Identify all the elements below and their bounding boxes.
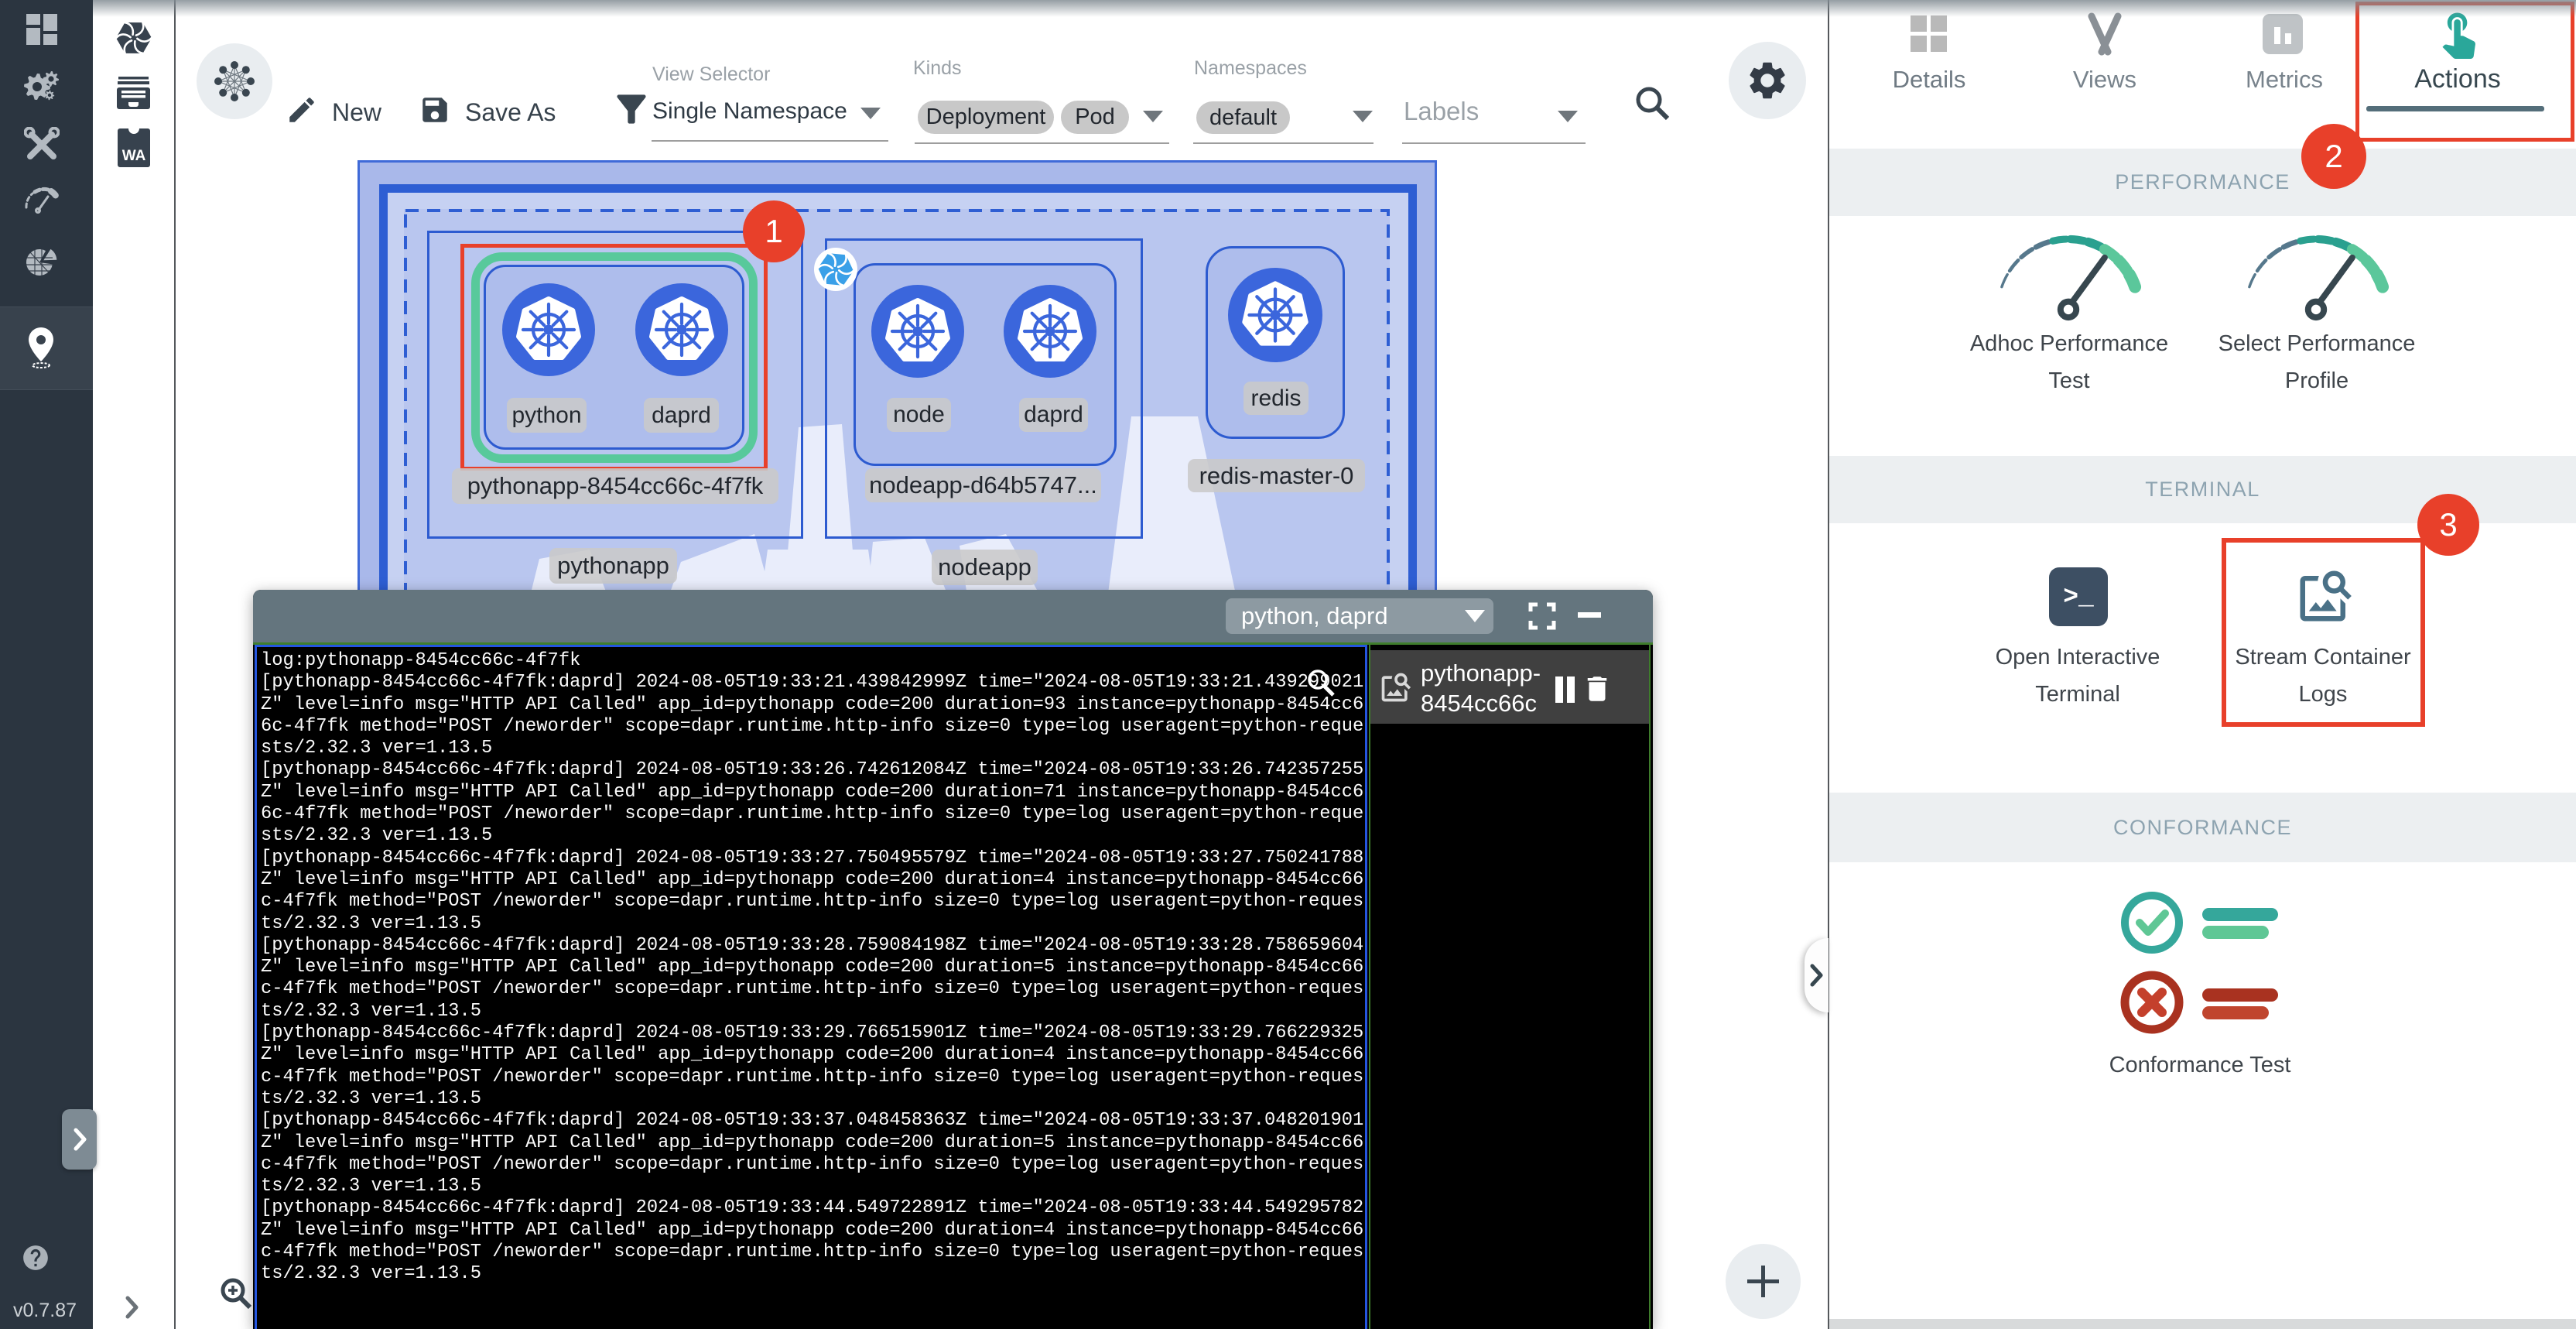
svg-text:WA: WA — [122, 148, 146, 164]
